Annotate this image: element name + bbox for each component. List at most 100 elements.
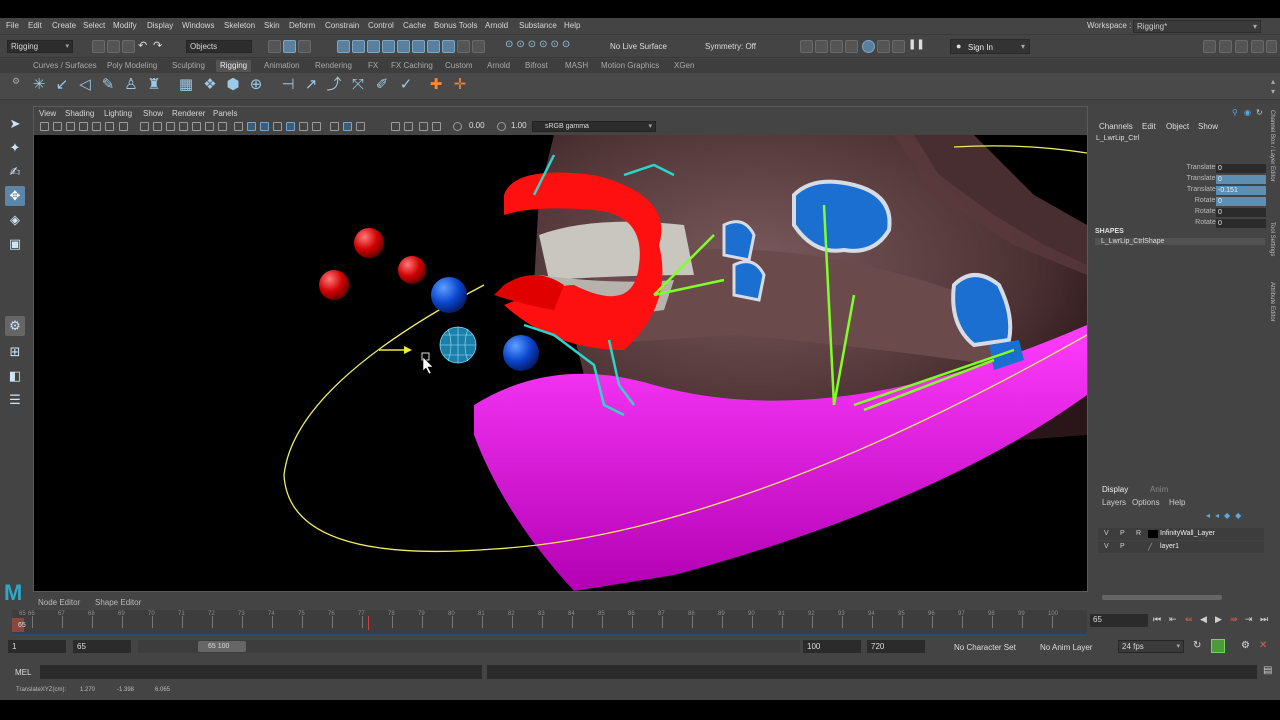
- mask-surfaces-icon[interactable]: [382, 40, 395, 53]
- tab-custom[interactable]: Custom: [445, 61, 473, 70]
- loop-icon[interactable]: ↻: [1193, 640, 1201, 651]
- red-sphere[interactable]: [319, 270, 349, 300]
- layer-name[interactable]: InfinityWall_Layer: [1160, 530, 1215, 537]
- layer-row[interactable]: V P R InfinityWall_Layer: [1098, 528, 1264, 540]
- tab-motion-graphics[interactable]: Motion Graphics: [601, 61, 659, 70]
- redo-icon[interactable]: ↷: [153, 39, 162, 52]
- menu-display[interactable]: Display: [147, 21, 173, 30]
- two-d-pan-icon[interactable]: [92, 122, 101, 131]
- channel-value[interactable]: 0: [1216, 219, 1266, 228]
- cluster-icon[interactable]: ⊕: [246, 75, 266, 95]
- undo-icon[interactable]: ↶: [138, 39, 147, 52]
- step-back-frame-icon[interactable]: ⇚: [1185, 614, 1193, 625]
- fps-dropdown[interactable]: 24 fps ▾: [1118, 640, 1184, 653]
- create-joint-icon[interactable]: ✳: [29, 75, 49, 95]
- tab-fx[interactable]: FX: [368, 61, 378, 70]
- channel-row[interactable]: Rotate X0: [1092, 197, 1276, 207]
- sound-icon[interactable]: ✕: [1259, 640, 1267, 651]
- select-object-icon[interactable]: [283, 40, 296, 53]
- mask-handles-icon[interactable]: [337, 40, 350, 53]
- menu-constrain[interactable]: Constrain: [325, 21, 359, 30]
- layer-playback[interactable]: P: [1120, 530, 1125, 537]
- arnold-ipr-icon[interactable]: [892, 40, 905, 53]
- channel-value[interactable]: 0: [1216, 208, 1266, 217]
- tab-sculpting[interactable]: Sculpting: [172, 61, 205, 70]
- layer-visibility[interactable]: V: [1104, 543, 1109, 550]
- shelf-scroll-down-icon[interactable]: ▾: [1271, 87, 1275, 96]
- toggle-tool-settings-icon[interactable]: [1235, 40, 1248, 53]
- toggle-outliner-icon[interactable]: [1266, 40, 1277, 53]
- live-surface-label[interactable]: No Live Surface: [610, 42, 667, 51]
- menu-help[interactable]: Help: [564, 21, 580, 30]
- tab-anim[interactable]: Anim: [1150, 485, 1168, 494]
- channel-row[interactable]: Translate Z -0.151: [1092, 186, 1276, 196]
- mask-deformers-icon[interactable]: [397, 40, 410, 53]
- toggle-channel-box-icon[interactable]: [1251, 40, 1264, 53]
- pause-icon[interactable]: ❚❚: [908, 39, 925, 50]
- blue-ctrl[interactable]: [792, 179, 892, 253]
- channel-value[interactable]: 0: [1216, 164, 1266, 173]
- channel-value[interactable]: 0: [1216, 175, 1266, 184]
- blue-ctrl[interactable]: [722, 220, 756, 262]
- layer-name[interactable]: layer1: [1160, 543, 1179, 550]
- play-forward-icon[interactable]: ▶: [1215, 614, 1222, 625]
- snap-icons[interactable]: ⊙⊙⊙⊙⊙⊙: [505, 39, 573, 50]
- motion-blur-icon[interactable]: [312, 122, 321, 131]
- four-view-layout-icon[interactable]: ⊞: [5, 342, 25, 362]
- render-frame-icon[interactable]: [815, 40, 828, 53]
- play-backward-icon[interactable]: ◀: [1200, 614, 1207, 625]
- layers-menu-layers[interactable]: Layers: [1102, 498, 1126, 507]
- grid-icon[interactable]: [119, 122, 128, 131]
- mel-label[interactable]: MEL: [15, 668, 31, 677]
- safe-title-icon[interactable]: [205, 122, 214, 131]
- layer-color-swatch[interactable]: [1148, 530, 1158, 538]
- blue-ctrl[interactable]: [732, 260, 766, 302]
- cb-menu-edit[interactable]: Edit: [1142, 122, 1156, 131]
- toggle-attribute-editor-icon[interactable]: [1219, 40, 1232, 53]
- tab-node-editor[interactable]: Node Editor: [38, 598, 80, 607]
- xray-joints-icon[interactable]: [419, 122, 428, 131]
- render-view-icon[interactable]: [800, 40, 813, 53]
- tab-poly-modeling[interactable]: Poly Modeling: [107, 61, 157, 70]
- bookmark-icon[interactable]: [66, 122, 75, 131]
- history-icon[interactable]: ◉: [1244, 108, 1251, 117]
- step-forward-frame-icon[interactable]: ⇛: [1230, 614, 1238, 625]
- mask-dynamics-icon[interactable]: [412, 40, 425, 53]
- refresh-icon[interactable]: ↻: [1256, 108, 1263, 117]
- layer-reference[interactable]: R: [1136, 530, 1141, 537]
- ik-handle-icon[interactable]: ⊣: [278, 75, 298, 95]
- shelf-scroll-up-icon[interactable]: ▴: [1271, 77, 1275, 86]
- layer-color-slash-icon[interactable]: ╱: [1148, 543, 1152, 551]
- sign-in-button[interactable]: ● Sign In ▾: [950, 39, 1030, 54]
- menu-bonus-tools[interactable]: Bonus Tools: [434, 21, 477, 30]
- cb-menu-object[interactable]: Object: [1166, 122, 1189, 131]
- anim-start-field[interactable]: 65: [73, 640, 131, 653]
- manip-arrow[interactable]: [404, 346, 412, 354]
- tab-rigging[interactable]: Rigging: [216, 60, 252, 72]
- backface-culling-icon[interactable]: [432, 122, 441, 131]
- aim-constraint-icon[interactable]: ✓: [396, 75, 416, 95]
- orient-constraint-icon[interactable]: ✐: [372, 75, 392, 95]
- tab-bifrost[interactable]: Bifrost: [525, 61, 548, 70]
- step-back-key-icon[interactable]: ⇤: [1169, 614, 1177, 625]
- gamma-value[interactable]: 1.00: [511, 121, 527, 130]
- time-slider[interactable]: 65 65 66 67 68 69 70 71 72 73 74 75 76 77 78 79 80 81 82…: [12, 610, 1087, 636]
- vp-menu-view[interactable]: View: [39, 109, 56, 118]
- arnold-render-icon[interactable]: [877, 40, 890, 53]
- lasso-tool-icon[interactable]: ✦: [5, 138, 25, 158]
- menu-create[interactable]: Create: [52, 21, 76, 30]
- insert-joint-icon[interactable]: ↙: [52, 75, 72, 95]
- menu-skeleton[interactable]: Skeleton: [224, 21, 255, 30]
- rotate-tool-icon[interactable]: ◈: [5, 210, 25, 230]
- locator-offset-icon[interactable]: ✛: [450, 75, 470, 95]
- use-all-lights-icon[interactable]: [273, 122, 282, 131]
- field-chart-icon[interactable]: [179, 122, 188, 131]
- open-scene-icon[interactable]: [107, 40, 120, 53]
- side-tab-tool-settings[interactable]: Tool Settings: [1269, 222, 1275, 256]
- scene-end-field[interactable]: 720: [867, 640, 925, 653]
- channel-value[interactable]: -0.151: [1216, 186, 1266, 195]
- menu-cache[interactable]: Cache: [403, 21, 426, 30]
- humanik-icon[interactable]: ♜: [144, 75, 164, 95]
- channel-row[interactable]: Rotate Y0: [1092, 208, 1276, 218]
- isolate-select-icon[interactable]: [356, 122, 365, 131]
